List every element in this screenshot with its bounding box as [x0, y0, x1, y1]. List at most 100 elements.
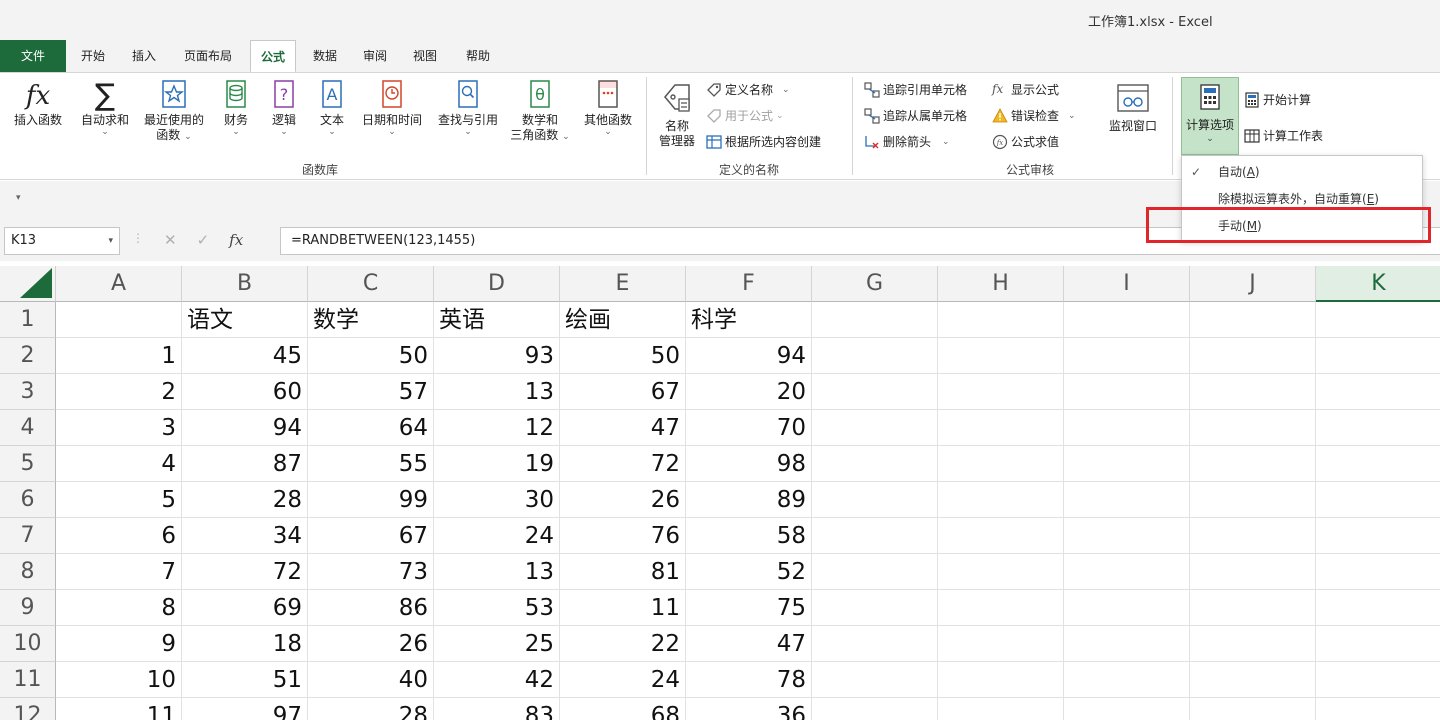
cell-f7[interactable]: 58 — [686, 518, 812, 554]
cell-c11[interactable]: 40 — [308, 662, 434, 698]
cell-f12[interactable]: 36 — [686, 698, 812, 720]
cell-h5[interactable] — [938, 446, 1064, 482]
cell-e4[interactable]: 47 — [560, 410, 686, 446]
cell-k2[interactable] — [1316, 338, 1440, 374]
cell-d10[interactable]: 25 — [434, 626, 560, 662]
cell-j10[interactable] — [1190, 626, 1316, 662]
math-trig-button[interactable]: θ 数学和 三角函数 ⌄ — [506, 79, 574, 145]
column-header-a[interactable]: A — [56, 266, 182, 302]
recently-used-button[interactable]: 最近使用的 函数 ⌄ — [138, 79, 210, 145]
cell-f10[interactable]: 47 — [686, 626, 812, 662]
row-header[interactable]: 9 — [0, 590, 56, 626]
row-header[interactable]: 10 — [0, 626, 56, 662]
cell-c8[interactable]: 73 — [308, 554, 434, 590]
row-header[interactable]: 3 — [0, 374, 56, 410]
cell-g6[interactable] — [812, 482, 938, 518]
cell-k8[interactable] — [1316, 554, 1440, 590]
cell-a2[interactable]: 1 — [56, 338, 182, 374]
cell-g11[interactable] — [812, 662, 938, 698]
cell-a8[interactable]: 7 — [56, 554, 182, 590]
text-button[interactable]: A 文本 ⌄ — [312, 79, 352, 137]
cell-g12[interactable] — [812, 698, 938, 720]
cell-d5[interactable]: 19 — [434, 446, 560, 482]
cell-h12[interactable] — [938, 698, 1064, 720]
cell-f5[interactable]: 98 — [686, 446, 812, 482]
cell-i7[interactable] — [1064, 518, 1190, 554]
cell-a5[interactable]: 4 — [56, 446, 182, 482]
cell-e9[interactable]: 11 — [560, 590, 686, 626]
logical-button[interactable]: ? 逻辑 ⌄ — [264, 79, 304, 137]
cell-b7[interactable]: 34 — [182, 518, 308, 554]
row-header[interactable]: 5 — [0, 446, 56, 482]
row-header[interactable]: 1 — [0, 302, 56, 338]
cell-b9[interactable]: 69 — [182, 590, 308, 626]
row-header[interactable]: 2 — [0, 338, 56, 374]
cell-e10[interactable]: 22 — [560, 626, 686, 662]
tab-insert[interactable]: 插入 — [124, 40, 164, 72]
use-in-formula-button[interactable]: 用于公式 ⌄ — [706, 107, 784, 124]
cell-c10[interactable]: 26 — [308, 626, 434, 662]
cell-k7[interactable] — [1316, 518, 1440, 554]
cell-i12[interactable] — [1064, 698, 1190, 720]
cell-i10[interactable] — [1064, 626, 1190, 662]
cell-f4[interactable]: 70 — [686, 410, 812, 446]
show-formulas-button[interactable]: fx 显示公式 — [992, 81, 1059, 98]
cell-b6[interactable]: 28 — [182, 482, 308, 518]
cell-k10[interactable] — [1316, 626, 1440, 662]
cell-e6[interactable]: 26 — [560, 482, 686, 518]
more-functions-button[interactable]: 其他函数 ⌄ — [578, 79, 638, 137]
cell-h3[interactable] — [938, 374, 1064, 410]
cell-k3[interactable] — [1316, 374, 1440, 410]
column-header-d[interactable]: D — [434, 266, 560, 302]
cell-c3[interactable]: 57 — [308, 374, 434, 410]
column-header-h[interactable]: H — [938, 266, 1064, 302]
cell-j11[interactable] — [1190, 662, 1316, 698]
cell-b1[interactable]: 语文 — [182, 302, 308, 338]
insert-function-button[interactable]: fx 插入函数 — [8, 79, 68, 128]
calculate-sheet-button[interactable]: 计算工作表 — [1244, 127, 1323, 144]
cell-c7[interactable]: 67 — [308, 518, 434, 554]
error-checking-button[interactable]: 错误检查 ⌄ — [992, 107, 1076, 124]
cell-f9[interactable]: 75 — [686, 590, 812, 626]
tab-view[interactable]: 视图 — [406, 40, 444, 72]
cell-i4[interactable] — [1064, 410, 1190, 446]
cell-a3[interactable]: 2 — [56, 374, 182, 410]
cell-i11[interactable] — [1064, 662, 1190, 698]
column-header-i[interactable]: I — [1064, 266, 1190, 302]
cell-f6[interactable]: 89 — [686, 482, 812, 518]
financial-button[interactable]: 财务 ⌄ — [216, 79, 256, 137]
cell-j2[interactable] — [1190, 338, 1316, 374]
cell-j4[interactable] — [1190, 410, 1316, 446]
fx-icon[interactable]: fx — [229, 231, 243, 249]
cell-a11[interactable]: 10 — [56, 662, 182, 698]
cell-j5[interactable] — [1190, 446, 1316, 482]
cell-h8[interactable] — [938, 554, 1064, 590]
cell-g10[interactable] — [812, 626, 938, 662]
cell-b4[interactable]: 94 — [182, 410, 308, 446]
cell-e2[interactable]: 50 — [560, 338, 686, 374]
cell-c6[interactable]: 99 — [308, 482, 434, 518]
cell-g9[interactable] — [812, 590, 938, 626]
cell-h9[interactable] — [938, 590, 1064, 626]
cell-j8[interactable] — [1190, 554, 1316, 590]
cell-c5[interactable]: 55 — [308, 446, 434, 482]
datetime-button[interactable]: 日期和时间 ⌄ — [356, 79, 428, 137]
cell-d7[interactable]: 24 — [434, 518, 560, 554]
menu-item-automatic[interactable]: ✓ 自动(A) — [1182, 159, 1422, 185]
cell-a4[interactable]: 3 — [56, 410, 182, 446]
calculate-now-button[interactable]: 开始计算 — [1244, 91, 1311, 108]
column-header-c[interactable]: C — [308, 266, 434, 302]
cell-g5[interactable] — [812, 446, 938, 482]
tab-home[interactable]: 开始 — [74, 40, 112, 72]
lookup-button[interactable]: 查找与引用 ⌄ — [432, 79, 504, 137]
cell-i1[interactable] — [1064, 302, 1190, 338]
cell-j9[interactable] — [1190, 590, 1316, 626]
cell-i3[interactable] — [1064, 374, 1190, 410]
cell-i9[interactable] — [1064, 590, 1190, 626]
cell-a12[interactable]: 11 — [56, 698, 182, 720]
cell-d12[interactable]: 83 — [434, 698, 560, 720]
evaluate-formula-button[interactable]: fx 公式求值 — [992, 133, 1059, 150]
cell-e5[interactable]: 72 — [560, 446, 686, 482]
cell-c1[interactable]: 数学 — [308, 302, 434, 338]
cell-b2[interactable]: 45 — [182, 338, 308, 374]
